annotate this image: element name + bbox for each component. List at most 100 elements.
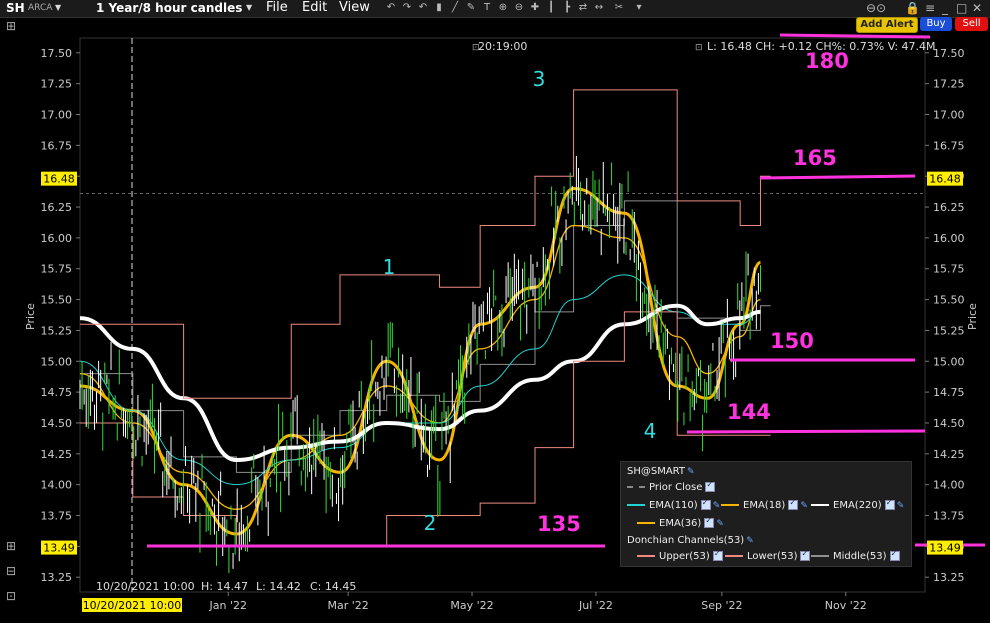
- swatch-icon: [721, 504, 739, 506]
- y-axis-label-right: Price: [966, 303, 979, 330]
- legend-title: SH@SMART ✎: [627, 466, 695, 477]
- legend-ema220[interactable]: EMA(220)✎: [811, 498, 905, 511]
- legend-ema18[interactable]: EMA(18)✎: [721, 498, 808, 511]
- legend-upper[interactable]: Upper(53): [637, 549, 723, 562]
- symbol-label[interactable]: SH: [6, 1, 25, 15]
- x-tick-label: Jan '22: [209, 599, 247, 612]
- zoom-out-icon[interactable]: ⊖: [513, 2, 525, 14]
- legend-lower[interactable]: Lower(53): [725, 549, 811, 562]
- settings-icon[interactable]: ✎: [897, 501, 905, 511]
- checkbox-icon[interactable]: [704, 516, 715, 528]
- y-tick-label: 14.25: [41, 448, 73, 461]
- sell-button[interactable]: Sell: [955, 17, 988, 31]
- crosshair-icon[interactable]: ✚: [529, 2, 541, 14]
- undo-icon[interactable]: ↶: [417, 2, 429, 14]
- y-axis-label: Price: [24, 303, 37, 330]
- level-label-135: 135: [537, 512, 581, 536]
- wave-label-2: 2: [424, 511, 437, 535]
- cursor-date-label: 10/20/2021 10:00: [83, 599, 182, 612]
- zoom-icon: ⊞: [6, 19, 16, 33]
- y-tick-label: 15.75: [933, 263, 965, 276]
- dropdown-icon[interactable]: ▾: [633, 2, 645, 14]
- y-tick-label: 17.25: [933, 78, 965, 91]
- swatch-icon: [637, 555, 655, 557]
- checkbox-icon[interactable]: [700, 498, 711, 510]
- add-alert-button[interactable]: Add Alert: [856, 17, 918, 33]
- last-price-info: L: 16.48 CH: +0.12 CH%: 0.73% V: 47.4M: [707, 40, 936, 53]
- cursor-time-label: 20:19:00: [478, 40, 527, 53]
- current-price-tag-left: 16.48: [43, 173, 75, 186]
- line-chart-icon[interactable]: ╱: [449, 2, 461, 14]
- info-icon: ⊡: [695, 43, 703, 53]
- settings-icon[interactable]: ✎: [746, 536, 754, 546]
- text-icon[interactable]: T: [481, 2, 493, 14]
- bar-chart-icon[interactable]: ▮: [433, 2, 445, 14]
- settings-icon[interactable]: ✎: [713, 501, 721, 511]
- legend-ema110[interactable]: EMA(110)✎: [627, 498, 721, 511]
- zoom-in-icon[interactable]: ⊕: [497, 2, 509, 14]
- y-tick-label: 13.75: [41, 510, 73, 523]
- series-ema-110: [79, 274, 761, 486]
- checkbox-icon[interactable]: [800, 549, 811, 561]
- menu-file[interactable]: File: [266, 0, 288, 15]
- fit-icon: ⊡: [6, 589, 16, 603]
- legend-panel: SH@SMART✎ Prior Close EMA(110)✎ EMA(18)✎…: [620, 461, 912, 567]
- y-tick-label: 15.00: [933, 355, 965, 368]
- y-tick-label: 14.75: [933, 386, 965, 399]
- series-upper-53: [80, 89, 771, 399]
- buy-button[interactable]: Buy: [920, 17, 952, 31]
- draw-icon[interactable]: ✎: [465, 2, 477, 14]
- y-tick-label: 14.00: [41, 479, 73, 492]
- fit-icon[interactable]: ↔: [593, 2, 605, 14]
- settings-icon[interactable]: ✎: [716, 519, 724, 529]
- checkbox-icon[interactable]: [889, 549, 900, 561]
- level-line-180: [779, 33, 931, 39]
- wrench-icon[interactable]: ✂: [613, 2, 625, 14]
- y-tick-label: 16.25: [41, 201, 73, 214]
- y-tick-label: 13.75: [933, 510, 965, 523]
- settings-icon[interactable]: ✎: [800, 501, 808, 511]
- redo-icon[interactable]: ↷: [401, 2, 413, 14]
- y-tick-label: 15.25: [41, 324, 73, 337]
- pan-icon[interactable]: ↶: [385, 2, 397, 14]
- maximize-icon[interactable]: □: [956, 1, 967, 15]
- legend-prior-close[interactable]: Prior Close: [627, 480, 716, 493]
- swatch-icon: [811, 555, 829, 557]
- menu-icon[interactable]: ≡: [925, 1, 935, 15]
- y-tick-label: 16.25: [933, 201, 965, 214]
- checkbox-icon[interactable]: [884, 498, 895, 510]
- minimize-icon[interactable]: _: [942, 1, 948, 15]
- checkbox-icon[interactable]: [788, 498, 799, 510]
- close-icon[interactable]: ✕: [972, 1, 982, 15]
- checkbox-icon[interactable]: [705, 480, 716, 492]
- y-tick-label: 16.00: [933, 232, 965, 245]
- wave-label-1: 1: [383, 255, 396, 279]
- y-tick-label: 17.50: [933, 47, 965, 60]
- link-icon[interactable]: ⊖⊙: [866, 1, 886, 15]
- ohlc-icon[interactable]: ┣: [561, 2, 573, 14]
- x-tick-label: Sep '22: [701, 599, 742, 612]
- x-tick-label: May '22: [450, 599, 493, 612]
- period-selector[interactable]: 1 Year/8 hour candles: [96, 1, 242, 15]
- x-tick-label: Mar '22: [327, 599, 368, 612]
- lock-icon[interactable]: 🔒: [905, 1, 920, 15]
- checkbox-icon[interactable]: [712, 549, 723, 561]
- chevron-down-icon[interactable]: ▼: [55, 3, 61, 12]
- level-label-150: 150: [770, 329, 814, 353]
- y-tick-label: 14.00: [933, 479, 965, 492]
- crosshair-high: H: 14.47: [201, 580, 248, 593]
- period-chevron-down-icon[interactable]: ▼: [246, 3, 252, 12]
- scale-icon: ⊞: [6, 539, 16, 553]
- compare-icon[interactable]: ⇄: [577, 2, 589, 14]
- legend-middle[interactable]: Middle(53): [811, 549, 900, 562]
- legend-ema36[interactable]: EMA(36)✎: [637, 516, 724, 529]
- x-tick-label: Nov '22: [825, 599, 867, 612]
- crosshair-close: C: 14.45: [310, 580, 356, 593]
- settings-icon[interactable]: ✎: [687, 467, 695, 477]
- candles-icon[interactable]: ┃: [545, 2, 557, 14]
- wave-label-4: 4: [644, 419, 657, 443]
- menu-view[interactable]: View: [339, 0, 370, 15]
- y-tick-label: 14.50: [933, 417, 965, 430]
- menu-edit[interactable]: Edit: [302, 0, 327, 15]
- low-price-tag-left: 13.49: [43, 542, 75, 555]
